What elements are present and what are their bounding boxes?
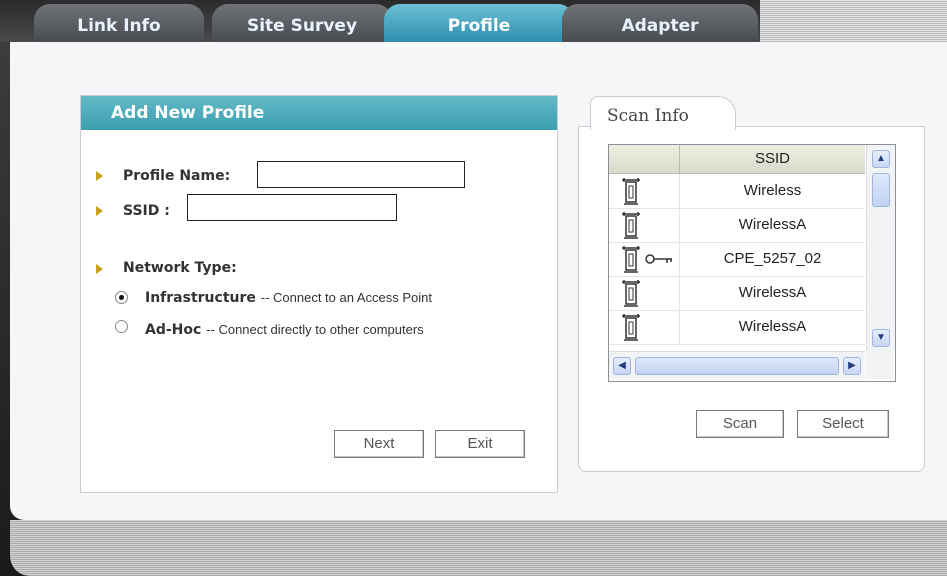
tab-site-survey[interactable]: Site Survey [212,4,392,42]
signal-cell [609,310,680,344]
table-row[interactable]: WirelessA [609,208,865,243]
vertical-scrollbar[interactable]: ▲ ▼ [866,145,895,351]
signal-tower-icon [622,246,640,273]
ssid-cell: WirelessA [738,284,807,301]
arrow-bullet-icon [96,171,103,181]
adhoc-option[interactable]: Ad-Hoc -- Connect directly to other comp… [145,322,424,338]
scroll-up-button[interactable]: ▲ [872,150,890,168]
infrastructure-radio[interactable] [115,291,128,304]
tab-profile[interactable]: Profile [384,4,574,42]
panel-title: Add New Profile [81,96,557,130]
select-button[interactable]: Select [797,410,889,438]
ssid-cell: WirelessA [738,216,807,233]
adhoc-desc: -- Connect directly to other computers [206,322,424,337]
adhoc-radio[interactable] [115,320,128,333]
next-button[interactable]: Next [334,430,424,458]
signal-tower-icon [622,212,640,239]
table-row[interactable]: WirelessA [609,276,865,311]
ssid-cell: CPE_5257_02 [723,250,822,267]
vertical-scroll-thumb[interactable] [872,173,890,207]
signal-cell [609,208,680,242]
infrastructure-option[interactable]: Infrastructure -- Connect to an Access P… [145,290,432,306]
signal-tower-icon [622,280,640,307]
bottom-bar [10,520,947,576]
tab-link-info[interactable]: Link Info [34,4,204,42]
adhoc-label: Ad-Hoc [145,322,202,338]
ssid-cell: Wireless [743,182,802,199]
horizontal-scrollbar[interactable]: ◀ ▶ [609,351,865,380]
tab-adapter[interactable]: Adapter [562,4,758,42]
table-row[interactable]: CPE_5257_02 [609,242,865,277]
arrow-bullet-icon [96,264,103,274]
horizontal-scroll-thumb[interactable] [635,357,839,375]
ssid-cell: WirelessA [738,318,807,335]
scan-results-table[interactable]: SSID Wireless WirelessA CPE_5257_02 Wire… [608,144,896,382]
arrow-bullet-icon [96,206,103,216]
table-row[interactable]: Wireless [609,174,865,209]
signal-cell [609,174,680,208]
scan-button[interactable]: Scan [696,410,784,438]
ssid-label: SSID : [123,203,170,219]
key-icon [645,254,672,264]
scroll-left-button[interactable]: ◀ [613,357,631,375]
ssid-column-header[interactable]: SSID [680,145,865,173]
scan-info-tab[interactable]: Scan Info [590,96,736,130]
ssid-input[interactable] [187,194,397,221]
signal-cell [609,242,680,276]
icon-column-header [609,145,680,173]
infrastructure-desc: -- Connect to an Access Point [260,290,433,305]
signal-cell [609,276,680,310]
scroll-right-button[interactable]: ▶ [843,357,861,375]
signal-tower-icon [622,178,640,205]
table-header: SSID [609,145,865,174]
exit-button[interactable]: Exit [435,430,525,458]
profile-name-label: Profile Name: [123,168,231,184]
scroll-down-button[interactable]: ▼ [872,329,890,347]
infrastructure-label: Infrastructure [145,290,256,306]
scroll-corner [866,351,894,379]
table-row[interactable]: WirelessA [609,310,865,345]
add-profile-panel: Add New Profile Profile Name: SSID : Net… [80,95,558,493]
signal-tower-icon [622,314,640,341]
profile-name-input[interactable] [257,161,465,188]
network-type-label: Network Type: [123,260,237,276]
